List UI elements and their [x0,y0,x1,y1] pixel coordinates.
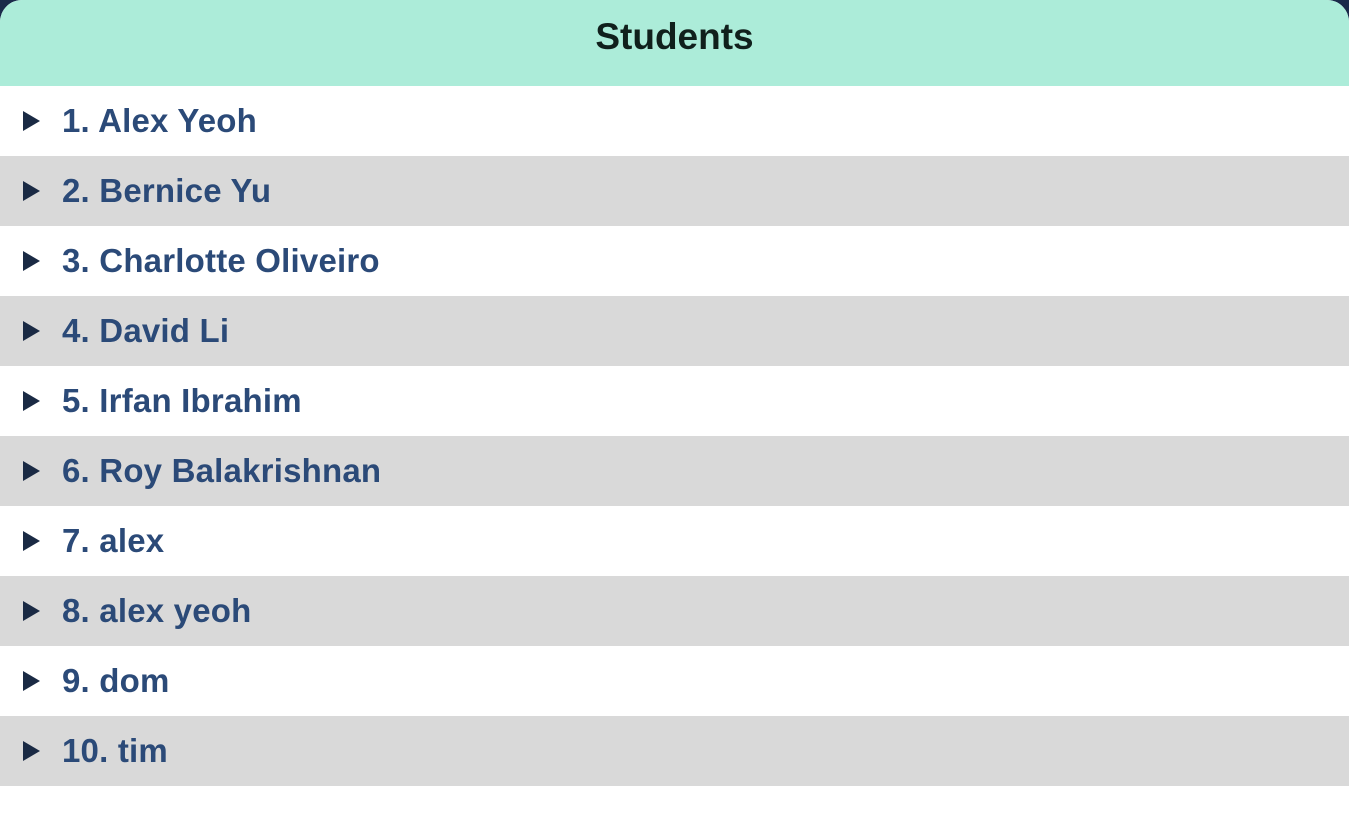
student-row-7[interactable]: 7. alex [0,506,1349,576]
student-row-5[interactable]: 5. Irfan Ibrahim [0,366,1349,436]
caret-right-icon[interactable] [23,321,40,341]
caret-right-icon[interactable] [23,741,40,761]
student-row-2[interactable]: 2. Bernice Yu [0,156,1349,226]
student-name: 3. Charlotte Oliveiro [62,242,380,279]
caret-right-icon[interactable] [23,251,40,271]
students-list: 1. Alex Yeoh 2. Bernice Yu 3. Charlotte … [0,86,1349,786]
student-name: 9. dom [62,662,170,699]
page-title: Students [595,16,754,57]
caret-right-icon[interactable] [23,601,40,621]
caret-right-icon[interactable] [23,111,40,131]
student-name: 1. Alex Yeoh [62,102,258,139]
students-panel: Students 1. Alex Yeoh 2. Bernice Yu 3. C… [0,0,1349,833]
caret-right-icon[interactable] [23,531,40,551]
student-name: 6. Roy Balakrishnan [62,452,382,489]
student-name: 7. alex [62,522,165,559]
student-row-1[interactable]: 1. Alex Yeoh [0,86,1349,156]
student-row-6[interactable]: 6. Roy Balakrishnan [0,436,1349,506]
student-row-10[interactable]: 10. tim [0,716,1349,786]
student-row-3[interactable]: 3. Charlotte Oliveiro [0,226,1349,296]
student-name: 5. Irfan Ibrahim [62,382,302,419]
student-row-9[interactable]: 9. dom [0,646,1349,716]
student-name: 4. David Li [62,312,230,349]
caret-right-icon[interactable] [23,461,40,481]
window-frame: Students 1. Alex Yeoh 2. Bernice Yu 3. C… [0,0,1349,833]
student-row-8[interactable]: 8. alex yeoh [0,576,1349,646]
student-name: 8. alex yeoh [62,592,252,629]
student-name: 10. tim [62,732,168,769]
student-name: 2. Bernice Yu [62,172,272,209]
caret-right-icon[interactable] [23,671,40,691]
students-header: Students [0,0,1349,86]
student-row-4[interactable]: 4. David Li [0,296,1349,366]
caret-right-icon[interactable] [23,181,40,201]
caret-right-icon[interactable] [23,391,40,411]
